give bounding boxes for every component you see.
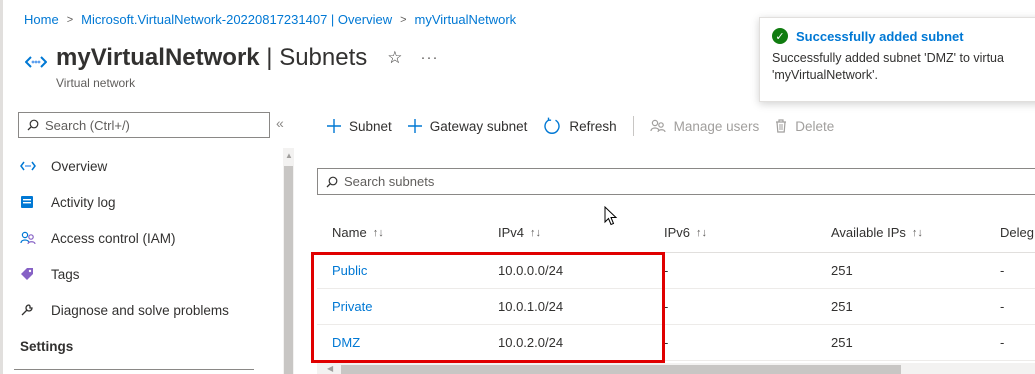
add-subnet-button[interactable]: Subnet (327, 119, 392, 134)
sidebar-nav: Overview Activity log Access control (IA… (14, 148, 279, 364)
table-scroll-thumb[interactable] (341, 365, 901, 374)
scroll-left-icon[interactable]: ◀ (327, 364, 333, 373)
tag-icon (20, 267, 42, 281)
sidebar-scrollbar[interactable]: ▲ (283, 148, 294, 374)
notification-message-line: 'myVirtualNetwork'. (772, 68, 878, 82)
column-header-ipv4[interactable]: IPv4 ↑↓ (498, 213, 541, 252)
notification-message-line: Successfully added subnet 'DMZ' to virtu… (772, 51, 1004, 65)
add-subnet-label: Subnet (349, 118, 392, 134)
search-icon (27, 119, 39, 131)
highlight-annotation-box (311, 252, 665, 363)
trash-icon (775, 119, 787, 133)
column-header-delegation[interactable]: Deleg (1000, 213, 1034, 252)
sidebar: Search (Ctrl+/) « Overview Activity log … (14, 112, 299, 374)
subnet-available-ips: 251 (831, 263, 853, 278)
activity-log-icon (20, 195, 42, 209)
sort-icon: ↑↓ (530, 226, 542, 239)
page-header: myVirtualNetwork | Subnets Virtual netwo… (22, 42, 439, 90)
sidebar-item-tags[interactable]: Tags (14, 256, 279, 292)
breadcrumb-home[interactable]: Home (24, 12, 59, 27)
sort-icon: ↑↓ (696, 226, 708, 239)
column-header-ipv6[interactable]: IPv6 ↑↓ (664, 213, 707, 252)
people-icon (20, 231, 42, 245)
sidebar-item-label: Activity log (51, 194, 116, 210)
add-gateway-subnet-label: Gateway subnet (429, 118, 528, 134)
manage-users-label: Manage users (673, 118, 760, 134)
subnet-search-input[interactable]: Search subnets (317, 168, 1035, 195)
sidebar-item-label: Overview (51, 158, 108, 174)
sidebar-section-settings: Settings (20, 338, 74, 354)
column-header-label: Available IPs (831, 225, 906, 240)
scroll-up-icon[interactable]: ▲ (285, 151, 293, 160)
sidebar-item-label: Access control (IAM) (51, 230, 176, 246)
sidebar-item-activity-log[interactable]: Activity log (14, 184, 279, 220)
subnet-delegation: - (1000, 299, 1005, 314)
collapse-sidebar-button[interactable]: « (276, 115, 284, 131)
table-horizontal-scrollbar[interactable]: ◀ (317, 363, 1035, 374)
sidebar-item-diagnose[interactable]: Diagnose and solve problems (14, 292, 279, 328)
notification-title: Successfully added subnet (796, 28, 964, 44)
vnet-icon (20, 161, 42, 171)
sidebar-scroll-thumb[interactable] (284, 166, 293, 374)
table-header-row: Name ↑↓ IPv4 ↑↓ IPv6 ↑↓ Available IPs ↑↓ Del… (317, 213, 1035, 253)
page-title: myVirtualNetwork | Subnets (56, 42, 367, 74)
manage-users-button[interactable]: Manage users (650, 118, 760, 134)
subnet-available-ips: 251 (831, 335, 853, 350)
plus-icon (407, 119, 422, 133)
add-gateway-subnet-button[interactable]: Gateway subnet (407, 118, 528, 134)
breadcrumb-separator: > (66, 13, 74, 26)
column-header-label: Name (332, 225, 367, 240)
toolbar-separator (632, 116, 634, 136)
breadcrumb: Home > Microsoft.VirtualNetwork-20220817… (24, 12, 516, 27)
notification-message: Successfully added subnet 'DMZ' to virtu… (772, 50, 1035, 84)
sidebar-item-label: Tags (51, 266, 80, 282)
sidebar-search-input[interactable]: Search (Ctrl+/) (18, 112, 270, 138)
subnet-available-ips: 251 (831, 299, 853, 314)
notification-toast[interactable]: ✓ Successfully added subnet Successfully… (759, 17, 1035, 102)
sort-icon: ↑↓ (372, 226, 384, 239)
refresh-label: Refresh (569, 118, 617, 134)
column-header-label: IPv6 (664, 225, 691, 240)
breadcrumb-deployment[interactable]: Microsoft.VirtualNetwork-20220817231407 … (81, 12, 392, 27)
subnet-delegation: - (1000, 263, 1005, 278)
vnet-icon (22, 48, 50, 76)
resource-name: myVirtualNetwork (56, 44, 260, 71)
sidebar-item-label: Diagnose and solve problems (51, 302, 229, 318)
more-options-button[interactable]: ··· (421, 49, 439, 66)
left-edge-border (0, 0, 3, 374)
delete-label: Delete (795, 118, 835, 134)
column-header-label: Deleg (1000, 225, 1034, 240)
refresh-button[interactable]: Refresh (543, 117, 617, 135)
column-header-name[interactable]: Name ↑↓ (332, 213, 384, 252)
command-bar: Subnet Gateway subnet Refresh Manage use… (327, 112, 850, 140)
sidebar-item-access-control[interactable]: Access control (IAM) (14, 220, 279, 256)
column-header-available-ips[interactable]: Available IPs ↑↓ (831, 213, 923, 252)
wrench-icon (20, 303, 42, 317)
star-icon[interactable]: ☆ (387, 48, 402, 68)
success-check-icon: ✓ (772, 28, 788, 44)
search-icon (326, 176, 338, 188)
plus-icon (327, 119, 341, 133)
people-icon (650, 119, 666, 133)
sidebar-search-placeholder: Search (Ctrl+/) (45, 117, 130, 133)
delete-button[interactable]: Delete (775, 119, 834, 134)
sort-icon: ↑↓ (911, 226, 923, 239)
sidebar-item-overview[interactable]: Overview (14, 148, 279, 184)
column-header-label: IPv4 (498, 225, 525, 240)
breadcrumb-vnet[interactable]: myVirtualNetwork (415, 12, 517, 27)
sidebar-divider (14, 369, 254, 370)
page-name: | Subnets (266, 44, 368, 71)
resource-type: Virtual network (56, 76, 136, 90)
breadcrumb-separator: > (400, 13, 407, 26)
subnet-search-placeholder: Search subnets (344, 174, 435, 189)
subnet-delegation: - (1000, 335, 1005, 350)
refresh-icon (543, 117, 561, 135)
